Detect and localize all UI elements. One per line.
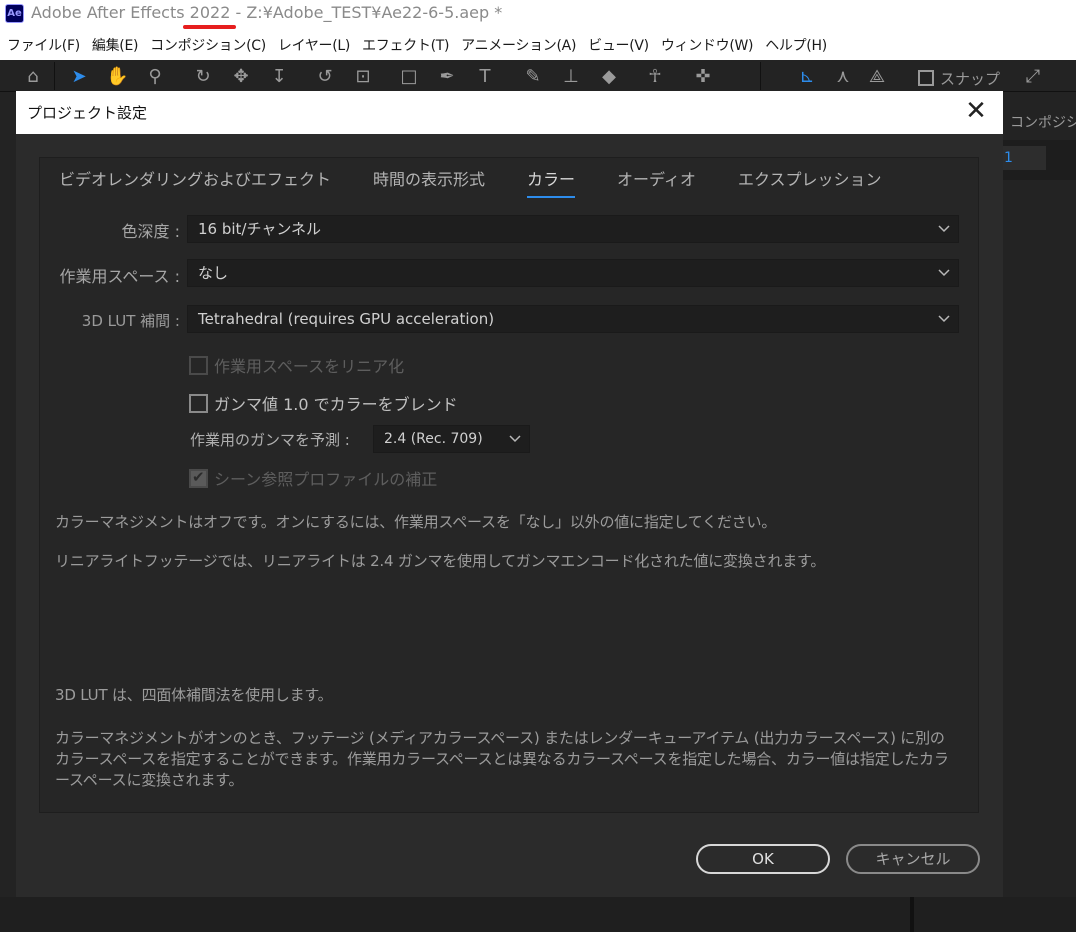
linearize-checkbox bbox=[189, 355, 208, 375]
home-icon[interactable]: ⌂ bbox=[22, 66, 44, 88]
window-titlebar: Ae Adobe After Effects 2022 - Z:¥Adobe_T… bbox=[0, 0, 1076, 30]
lut-interpolation-label: 3D LUT 補間 : bbox=[81, 312, 180, 330]
menu-help[interactable]: ヘルプ(H) bbox=[760, 35, 834, 55]
pan-behind-tool-icon[interactable]: ⊡ bbox=[352, 66, 374, 88]
tab-content-panel bbox=[39, 157, 979, 813]
menu-composition[interactable]: コンポジション(C) bbox=[145, 35, 273, 55]
menu-layer[interactable]: レイヤー(L) bbox=[273, 35, 357, 55]
gamma-predict-label: 作業用のガンマを予測 : bbox=[190, 431, 350, 449]
lut-interpolation-value: Tetrahedral (requires GPU acceleration) bbox=[198, 310, 495, 328]
lut-info: 3D LUT は、四面体補間法を使用します。 bbox=[55, 686, 333, 704]
composition-tab[interactable]: コンポジシ bbox=[1010, 112, 1076, 132]
tab-audio[interactable]: オーディオ bbox=[617, 168, 696, 198]
menubar: ファイル(F) 編集(E) コンポジション(C) レイヤー(L) エフェクト(T… bbox=[0, 30, 1076, 60]
composition-panel-edge bbox=[1003, 92, 1076, 932]
project-panel-edge bbox=[0, 92, 16, 932]
color-depth-label: 色深度 : bbox=[121, 222, 180, 241]
linearize-label: 作業用スペースをリニア化 bbox=[214, 357, 405, 376]
menu-file[interactable]: ファイル(F) bbox=[2, 35, 87, 55]
scene-profile-checkbox bbox=[189, 468, 208, 488]
type-tool-icon[interactable]: T bbox=[474, 66, 496, 88]
chevron-down-icon bbox=[936, 306, 952, 332]
tab-expressions[interactable]: エクスプレッション bbox=[738, 168, 882, 198]
composition-field[interactable]: 1 bbox=[1000, 146, 1046, 170]
dialog-titlebar: プロジェクト設定 ✕ bbox=[16, 91, 1003, 134]
pen-tool-icon[interactable]: ✒ bbox=[436, 66, 458, 88]
linearize-working-space-option: 作業用スペースをリニア化 bbox=[189, 353, 404, 377]
eraser-tool-icon[interactable]: ◆ bbox=[598, 66, 620, 88]
selection-tool-icon[interactable]: ➤ bbox=[68, 66, 90, 88]
roto-brush-tool-icon[interactable]: ☥ bbox=[644, 66, 666, 88]
blend-gamma-option[interactable]: ガンマ値 1.0 でカラーをブレンド bbox=[189, 391, 458, 415]
chevron-down-icon bbox=[936, 216, 952, 242]
red-annotation-underline bbox=[183, 25, 236, 29]
chevron-down-icon bbox=[507, 426, 523, 452]
timeline-panel-edge bbox=[0, 897, 1076, 932]
local-axis-mode-icon[interactable]: ⊾ bbox=[796, 66, 818, 88]
linear-light-info: リニアライトフッテージでは、リニアライトは 2.4 ガンマを使用してガンマエンコ… bbox=[55, 552, 826, 570]
cancel-button[interactable]: キャンセル bbox=[846, 844, 980, 874]
after-effects-app-icon: Ae bbox=[5, 4, 24, 23]
working-space-label: 作業用スペース : bbox=[59, 267, 180, 286]
rectangle-tool-icon[interactable]: □ bbox=[398, 66, 420, 88]
hand-tool-icon[interactable]: ✋ bbox=[106, 66, 128, 88]
lut-interpolation-dropdown[interactable]: Tetrahedral (requires GPU acceleration) bbox=[187, 305, 959, 333]
gamma-predict-dropdown[interactable]: 2.4 (Rec. 709) bbox=[373, 425, 530, 453]
puppet-pin-tool-icon[interactable]: ✜ bbox=[692, 66, 714, 88]
menu-effect[interactable]: エフェクト(T) bbox=[357, 35, 456, 55]
ok-button[interactable]: OK bbox=[696, 844, 830, 874]
toolbar-separator bbox=[760, 62, 761, 90]
close-icon[interactable]: ✕ bbox=[961, 97, 991, 127]
dolly-camera-icon[interactable]: ↧ bbox=[268, 66, 290, 88]
dialog-tabs: ビデオレンダリングおよびエフェクト 時間の表示形式 カラー オーディオ エクスプ… bbox=[59, 168, 923, 198]
blend-gamma-label[interactable]: ガンマ値 1.0 でカラーをブレンド bbox=[214, 391, 458, 415]
world-axis-mode-icon[interactable]: ⋏ bbox=[832, 66, 854, 88]
view-axis-mode-icon[interactable]: ⟁ bbox=[866, 66, 888, 88]
zoom-tool-icon[interactable]: ⚲ bbox=[144, 66, 166, 88]
menu-window[interactable]: ウィンドウ(W) bbox=[656, 35, 760, 55]
scene-referred-profile-option: シーン参照プロファイルの補正 bbox=[189, 466, 437, 490]
clone-stamp-tool-icon[interactable]: ⊥ bbox=[560, 66, 582, 88]
panel-divider[interactable] bbox=[910, 897, 914, 932]
dialog-title: プロジェクト設定 bbox=[27, 104, 148, 122]
working-space-value: なし bbox=[198, 264, 229, 282]
tools-panel: ⌂ ➤ ✋ ⚲ ↻ ✥ ↧ ↺ ⊡ □ ✒ T ✎ ⊥ ◆ ☥ ✜ ⊾ ⋏ ⟁ … bbox=[0, 60, 1076, 92]
snap-checkbox[interactable] bbox=[918, 70, 934, 86]
tab-video-rendering[interactable]: ビデオレンダリングおよびエフェクト bbox=[59, 168, 331, 198]
expand-icon[interactable]: ⤢ bbox=[1022, 66, 1044, 88]
brush-tool-icon[interactable]: ✎ bbox=[522, 66, 544, 88]
blend-gamma-checkbox[interactable] bbox=[189, 393, 208, 413]
color-depth-value: 16 bit/チャンネル bbox=[198, 220, 322, 238]
menu-view[interactable]: ビュー(V) bbox=[583, 35, 656, 55]
orbit-camera-icon[interactable]: ↻ bbox=[192, 66, 214, 88]
chevron-down-icon bbox=[936, 260, 952, 286]
rotation-tool-icon[interactable]: ↺ bbox=[314, 66, 336, 88]
pan-camera-icon[interactable]: ✥ bbox=[230, 66, 252, 88]
menu-edit[interactable]: 編集(E) bbox=[87, 35, 145, 55]
snap-label: スナップ bbox=[940, 70, 1001, 88]
gamma-predict-value: 2.4 (Rec. 709) bbox=[384, 431, 483, 447]
color-depth-dropdown[interactable]: 16 bit/チャンネル bbox=[187, 215, 959, 243]
window-title: Adobe After Effects 2022 - Z:¥Adobe_TEST… bbox=[31, 3, 503, 22]
working-space-dropdown[interactable]: なし bbox=[187, 259, 959, 287]
tab-color[interactable]: カラー bbox=[527, 168, 576, 198]
scene-profile-label: シーン参照プロファイルの補正 bbox=[214, 470, 438, 489]
tab-time-display[interactable]: 時間の表示形式 bbox=[373, 168, 485, 198]
color-management-info: カラーマネジメントはオフです。オンにするには、作業用スペースを「なし」以外の値に… bbox=[55, 513, 777, 531]
color-space-info: カラーマネジメントがオンのとき、フッテージ (メディアカラースペース) またはレ… bbox=[55, 729, 949, 789]
toolbar-separator bbox=[54, 62, 55, 90]
menu-animation[interactable]: アニメーション(A) bbox=[456, 35, 583, 55]
